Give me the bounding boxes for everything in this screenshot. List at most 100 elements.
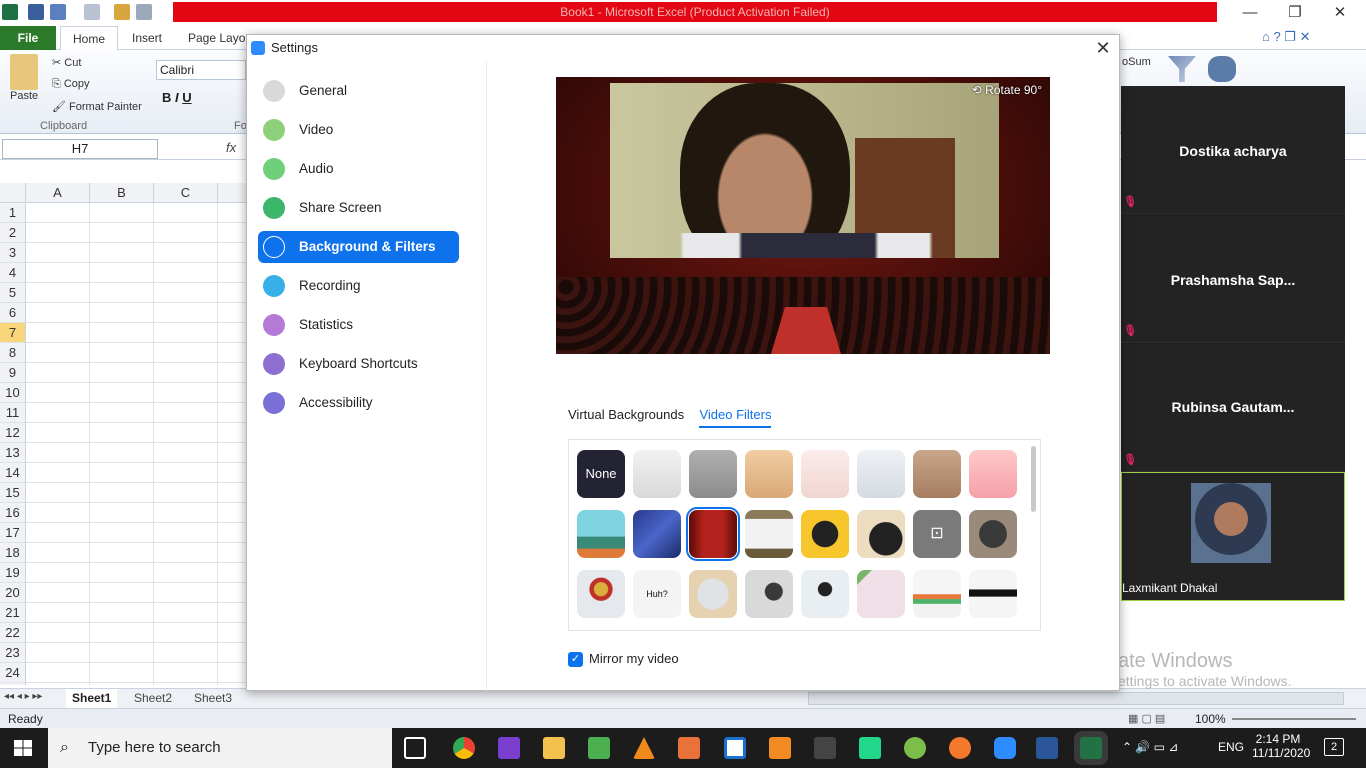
row-header[interactable]: 3 [0, 243, 25, 263]
row-header[interactable]: 14 [0, 463, 25, 483]
excel-taskbar-icon[interactable] [1080, 737, 1102, 759]
clock[interactable]: 2:14 PM 11/11/2020 [1252, 732, 1310, 760]
close-window-button[interactable]: ✕ [1320, 2, 1360, 24]
participant-tile[interactable]: Dostika acharya 🎙 [1121, 86, 1345, 214]
view-buttons-icon[interactable]: ▦ ▢ ▤ [1128, 712, 1165, 725]
row-header[interactable]: 18 [0, 543, 25, 563]
filter-tile[interactable] [969, 570, 1017, 618]
zoom-taskbar-icon[interactable] [994, 737, 1016, 759]
participant-tile[interactable]: Rubinsa Gautam... 🎙 [1121, 344, 1345, 472]
tab-video-filters[interactable]: Video Filters [699, 407, 772, 428]
minimize-button[interactable]: — [1230, 2, 1270, 24]
filter-none[interactable]: None [577, 450, 625, 498]
sidebar-item-background-filters[interactable]: Background & Filters [258, 231, 459, 263]
cut-button[interactable]: ✂ Cut [52, 56, 81, 69]
zoom-slider[interactable] [1232, 718, 1356, 720]
row-header[interactable]: 9 [0, 363, 25, 383]
select-all-corner[interactable] [0, 183, 26, 203]
sheet-tab[interactable]: Sheet2 [128, 689, 178, 708]
mirror-video-option[interactable]: ✓ Mirror my video [568, 651, 679, 668]
sublime-text-icon[interactable] [769, 737, 791, 759]
row-header[interactable]: 8 [0, 343, 25, 363]
row-header[interactable]: 7 [0, 323, 25, 343]
row-header[interactable]: 2 [0, 223, 25, 243]
filter-tile[interactable] [745, 450, 793, 498]
vlc-icon[interactable] [633, 737, 655, 759]
participant-tile-active-speaker[interactable]: Laxmikant Dhakal [1121, 472, 1345, 601]
close-icon[interactable]: ✕ [1093, 38, 1113, 58]
row-header[interactable]: 12 [0, 423, 25, 443]
filter-tile[interactable] [913, 570, 961, 618]
rotate-button[interactable]: ⟲ Rotate 90° [972, 83, 1042, 97]
task-view-icon[interactable] [404, 737, 426, 759]
sidebar-item-recording[interactable]: Recording [258, 270, 459, 302]
sidebar-item-share-screen[interactable]: Share Screen [258, 192, 459, 224]
column-header[interactable]: B [90, 183, 154, 203]
taskbar-search-box[interactable]: ⌕ Type here to search [48, 728, 392, 768]
row-header[interactable]: 1 [0, 203, 25, 223]
filter-scrollbar[interactable] [1031, 446, 1036, 512]
chart-app-icon[interactable] [588, 737, 610, 759]
notifications-icon[interactable]: 2 [1324, 738, 1344, 756]
open-folder-icon[interactable] [114, 4, 130, 20]
filter-theater-selected[interactable] [686, 507, 740, 561]
mirror-checkbox[interactable]: ✓ [568, 652, 583, 668]
filter-tile[interactable] [745, 570, 793, 618]
tab-insert[interactable]: Insert [120, 26, 174, 50]
visual-studio-icon[interactable] [498, 737, 520, 759]
pycharm-icon[interactable] [859, 737, 881, 759]
tab-home[interactable]: Home [60, 26, 119, 50]
save-icon[interactable] [28, 4, 44, 20]
filter-tile[interactable] [913, 450, 961, 498]
filter-tile[interactable] [689, 450, 737, 498]
sort-filter-icon[interactable] [1168, 56, 1196, 82]
name-box[interactable]: H7 [2, 139, 158, 159]
row-header[interactable]: 17 [0, 523, 25, 543]
restore-button[interactable]: ❐ [1275, 2, 1315, 24]
fx-label[interactable]: fx [226, 140, 236, 155]
bold-button[interactable]: B I U [162, 90, 192, 105]
sidebar-item-statistics[interactable]: Statistics [258, 309, 459, 341]
filter-tile[interactable] [745, 510, 793, 558]
filter-tile[interactable] [633, 450, 681, 498]
redo-icon[interactable] [84, 4, 100, 20]
filter-tile[interactable] [801, 510, 849, 558]
filter-tile[interactable] [577, 570, 625, 618]
paste-icon[interactable] [10, 54, 38, 90]
blender-icon[interactable] [949, 737, 971, 759]
row-header[interactable]: 11 [0, 403, 25, 423]
row-header[interactable]: 23 [0, 643, 25, 663]
font-name-box[interactable]: Calibri [156, 60, 246, 80]
format-painter-button[interactable]: 🖌 Format Painter [52, 100, 142, 113]
unity-icon[interactable] [814, 737, 836, 759]
filter-tile[interactable] [969, 510, 1017, 558]
row-header[interactable]: 16 [0, 503, 25, 523]
filter-tile[interactable] [577, 510, 625, 558]
filter-tile[interactable] [857, 450, 905, 498]
filter-tile[interactable] [801, 450, 849, 498]
row-header[interactable]: 24 [0, 663, 25, 683]
word-icon[interactable] [1036, 737, 1058, 759]
sidebar-item-accessibility[interactable]: Accessibility [258, 387, 459, 419]
cell-grid[interactable] [26, 203, 246, 685]
filter-huh[interactable]: Huh? [633, 570, 681, 618]
language-indicator[interactable]: ENG [1218, 740, 1244, 754]
tab-virtual-backgrounds[interactable]: Virtual Backgrounds [568, 407, 684, 426]
file-explorer-icon[interactable] [543, 737, 565, 759]
print-preview-icon[interactable] [136, 4, 152, 20]
sheet-tab[interactable]: Sheet3 [188, 689, 238, 708]
chrome-icon[interactable] [453, 737, 475, 759]
row-header[interactable]: 19 [0, 563, 25, 583]
filter-tile[interactable] [857, 570, 905, 618]
sidebar-item-video[interactable]: Video [258, 114, 459, 146]
undo-icon[interactable] [50, 4, 66, 20]
sidebar-item-audio[interactable]: Audio [258, 153, 459, 185]
file-tab[interactable]: File [0, 26, 56, 50]
column-header[interactable]: C [154, 183, 218, 203]
row-header[interactable]: 5 [0, 283, 25, 303]
column-header[interactable]: A [26, 183, 90, 203]
filter-tile[interactable]: ⊡ [913, 510, 961, 558]
copy-button[interactable]: ⎘ Copy [52, 78, 90, 91]
row-header[interactable]: 6 [0, 303, 25, 323]
autosum-button[interactable]: oSum [1122, 56, 1151, 68]
